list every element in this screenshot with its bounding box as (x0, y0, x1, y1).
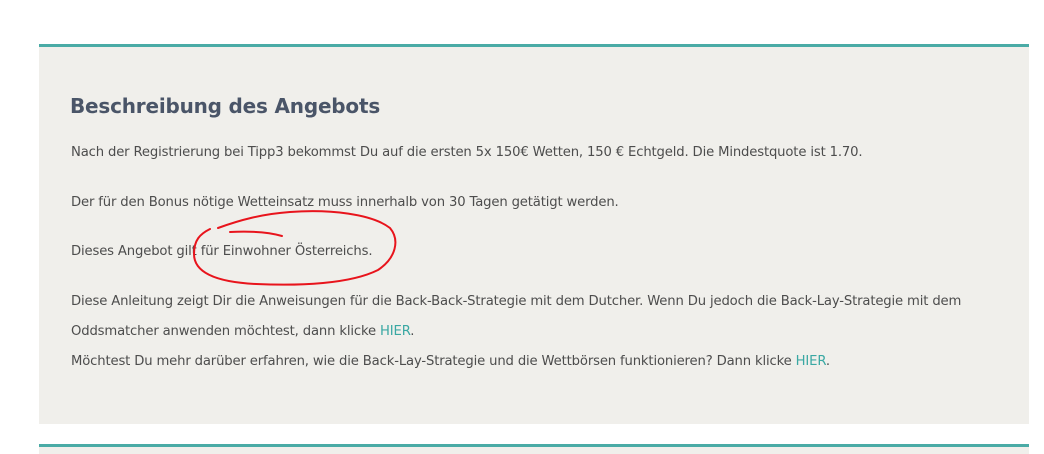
learn-more-text: Möchtest Du mehr darüber erfahren, wie d… (71, 354, 796, 369)
next-section-box (39, 444, 1029, 454)
offer-paragraph-instructions-line1: Diese Anleitung zeigt Dir die Anweisunge… (71, 294, 962, 309)
offer-heading: Beschreibung des Angebots (70, 94, 381, 118)
learn-more-period: . (825, 354, 830, 369)
offer-paragraph-instructions-line2: Oddsmatcher anwenden möchtest, dann klic… (71, 324, 414, 339)
instructions-period: . (410, 324, 415, 339)
offer-paragraph-wager-requirement: Der für den Bonus nötige Wetteinsatz mus… (71, 195, 619, 210)
oddsmatcher-hier-link[interactable]: HIER (380, 324, 410, 339)
page: Beschreibung des Angebots Nach der Regis… (0, 0, 1044, 454)
offer-paragraph-eligibility: Dieses Angebot gilt für Einwohner Österr… (71, 244, 373, 259)
offer-description-box: Beschreibung des Angebots Nach der Regis… (39, 44, 1029, 424)
instructions-text: Oddsmatcher anwenden möchtest, dann klic… (71, 324, 380, 339)
offer-paragraph-learn-more: Möchtest Du mehr darüber erfahren, wie d… (71, 354, 830, 369)
offer-paragraph-registration: Nach der Registrierung bei Tipp3 bekomms… (71, 145, 863, 160)
back-lay-hier-link[interactable]: HIER (796, 354, 826, 369)
